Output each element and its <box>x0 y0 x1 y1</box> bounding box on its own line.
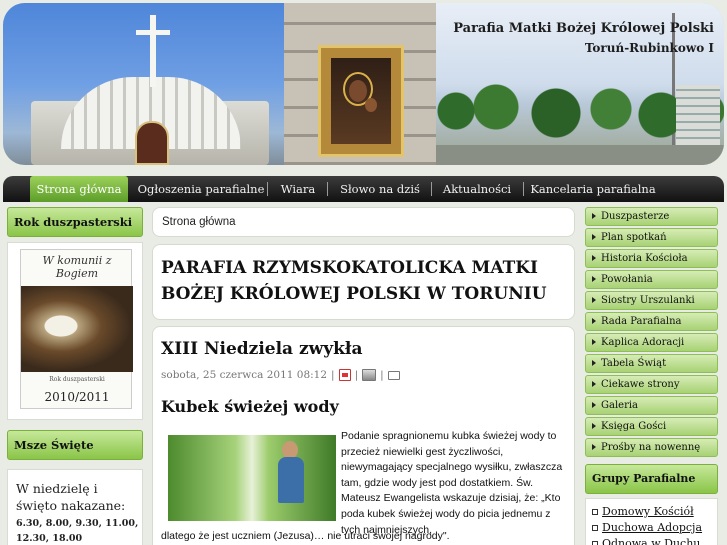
book-year: 2010/2011 <box>44 390 110 404</box>
msze-lead: W niedzielę i święto nakazane: <box>16 481 126 513</box>
side-menu-plan-spotkan[interactable]: Plan spotkań <box>585 228 718 247</box>
side-menu-galeria[interactable]: Galeria <box>585 396 718 415</box>
bullet-icon <box>592 541 598 545</box>
rok-duszpasterski-heading: Rok duszpasterski <box>7 207 143 237</box>
nav-item-strona-glowna[interactable]: Strona główna <box>30 176 128 202</box>
side-menu-powolania[interactable]: Powołania <box>585 270 718 289</box>
print-icon[interactable] <box>362 369 377 381</box>
meta-separator: | <box>331 369 335 381</box>
side-menu-historia[interactable]: Historia Kościoła <box>585 249 718 268</box>
arrow-right-icon <box>592 338 596 345</box>
bullet-icon <box>592 509 598 515</box>
nav-separator <box>327 182 328 196</box>
msze-times-line: 6.30, 8.00, 9.30, 11.00, <box>16 518 139 529</box>
site-header: Parafia Matki Bożej Królowej Polski Toru… <box>3 3 724 165</box>
arrow-right-icon <box>592 254 596 261</box>
arrow-right-icon <box>592 317 596 324</box>
side-menu-kaplica[interactable]: Kaplica Adoracji <box>585 333 718 352</box>
town-photo: Parafia Matki Bożej Królowej Polski Toru… <box>436 3 724 165</box>
article-text-continued: dlatego że jest uczniem (Jezusa)… nie ut… <box>161 530 450 542</box>
breadcrumb-bar: Strona główna <box>152 207 575 237</box>
cross-icon <box>150 15 156 87</box>
article-box: XIII Niedziela zwykła sobota, 25 czerwca… <box>152 326 575 545</box>
book-heading: W komunii z Bogiem <box>42 254 112 280</box>
article-text: Podanie spragnionemu kubka świeżej wody … <box>341 430 563 536</box>
side-menu-siostry[interactable]: Siostry Urszulanki <box>585 291 718 310</box>
arrow-right-icon <box>592 359 596 366</box>
nav-item-slowo-na-dzis[interactable]: Słowo na dziś <box>332 176 428 202</box>
arrow-right-icon <box>592 212 596 219</box>
nav-separator <box>523 182 524 196</box>
msze-box: W niedzielę i święto nakazane: 6.30, 8.0… <box>7 469 143 545</box>
article-title[interactable]: XIII Niedziela zwykła <box>161 339 363 359</box>
rok-duszpasterski-box: W komunii z Bogiem Rok duszpasterski 201… <box>7 242 143 420</box>
group-link-domowy-kosciol[interactable]: Domowy Kościół <box>602 505 694 518</box>
meta-separator: | <box>354 369 359 381</box>
site-title: Parafia Matki Bożej Królowej Polski <box>453 21 714 36</box>
host-image <box>21 286 133 372</box>
arrow-right-icon <box>592 233 596 240</box>
side-menu-prosby[interactable]: Prośby na nowennę <box>585 438 718 457</box>
arrow-right-icon <box>592 443 596 450</box>
article-meta: sobota, 25 czerwca 2011 08:12 | | | <box>161 369 400 381</box>
nav-separator <box>431 182 432 196</box>
nav-item-wiara[interactable]: Wiara <box>271 176 325 202</box>
grupy-box: Domowy Kościół Duchowa Adopcja Odnowa w … <box>585 498 718 545</box>
group-link-duchowa-adopcja[interactable]: Duchowa Adopcja <box>602 521 702 534</box>
bullet-icon <box>592 525 598 531</box>
church-photo <box>3 3 284 165</box>
nav-separator <box>267 182 268 196</box>
arrow-right-icon <box>592 380 596 387</box>
side-menu-rada[interactable]: Rada Parafialna <box>585 312 718 331</box>
nav-item-kancelaria[interactable]: Kancelaria parafialna <box>529 176 657 202</box>
madonna-icon-photo <box>284 3 436 165</box>
arrow-right-icon <box>592 401 596 408</box>
article-date: sobota, 25 czerwca 2011 08:12 <box>161 369 328 381</box>
arrow-right-icon <box>592 275 596 282</box>
email-icon[interactable] <box>387 370 400 380</box>
side-menu-tabela[interactable]: Tabela Świąt <box>585 354 718 373</box>
side-menu-duszpasterze[interactable]: Duszpasterze <box>585 207 718 226</box>
grupy-heading: Grupy Parafialne <box>585 464 718 494</box>
article-subtitle: Kubek świeżej wody <box>161 397 339 416</box>
side-menu-ksiega[interactable]: Księga Gości <box>585 417 718 436</box>
book-subtitle: Rok duszpasterski <box>49 376 105 383</box>
side-menu-ciekawe[interactable]: Ciekawe strony <box>585 375 718 394</box>
page-title-box: PARAFIA RZYMSKOKATOLICKA MATKI BOŻEJ KRÓ… <box>152 244 575 320</box>
arrow-right-icon <box>592 296 596 303</box>
meta-separator: | <box>380 369 384 381</box>
group-link-odnowa[interactable]: Odnowa w Duchu <box>602 537 700 545</box>
msze-heading: Msze Święte <box>7 430 143 460</box>
breadcrumb[interactable]: Strona główna <box>162 216 236 228</box>
msze-times-line: 12.30, 18.00 <box>16 533 83 544</box>
page-title: PARAFIA RZYMSKOKATOLICKA MATKI BOŻEJ KRÓ… <box>161 258 547 304</box>
main-nav: Strona główna Ogłoszenia parafialne Wiar… <box>3 176 724 202</box>
nav-item-aktualnosci[interactable]: Aktualności <box>435 176 519 202</box>
arrow-right-icon <box>592 422 596 429</box>
nav-item-ogloszenia[interactable]: Ogłoszenia parafialne <box>136 176 266 202</box>
pdf-icon[interactable] <box>338 369 351 381</box>
msze-times: 6.30, 8.00, 9.30, 11.00, 12.30, 18.00 <box>16 516 140 545</box>
site-subtitle: Toruń-Rubinkowo I <box>584 41 714 55</box>
article-photo <box>168 435 336 521</box>
book-cover-image[interactable]: W komunii z Bogiem Rok duszpasterski 201… <box>20 249 133 409</box>
